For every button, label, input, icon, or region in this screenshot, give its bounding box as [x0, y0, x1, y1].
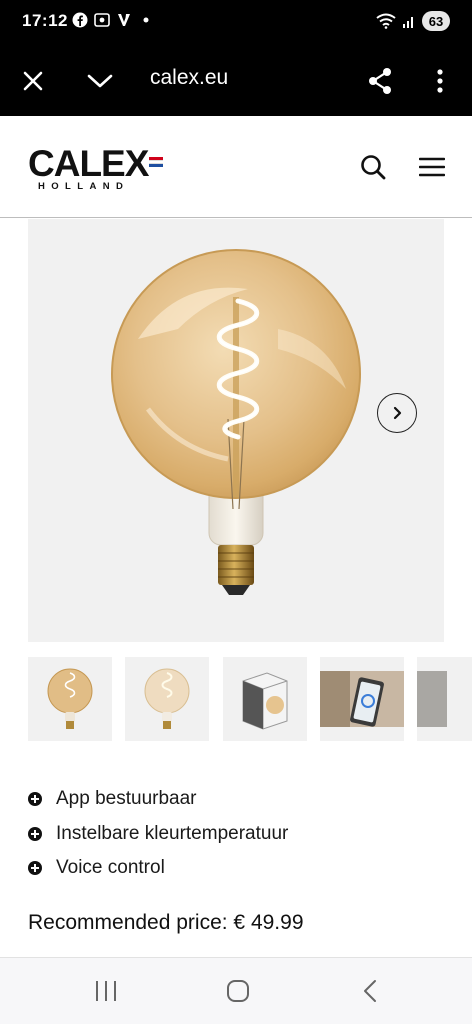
- wifi-icon: [376, 13, 396, 29]
- home-button[interactable]: [218, 976, 258, 1006]
- chevron-right-icon: [393, 406, 402, 420]
- calex-logo[interactable]: CALEX HOLLAND: [28, 143, 164, 192]
- status-time: 17:12: [22, 11, 68, 30]
- feature-item: Instelbare kleurtemperatuur: [28, 817, 448, 852]
- next-image-button[interactable]: [377, 393, 417, 433]
- logo-word: CALEX: [28, 143, 149, 184]
- facebook-icon: [72, 12, 88, 28]
- search-button[interactable]: [356, 150, 390, 184]
- chevron-down-icon: [87, 74, 113, 88]
- menu-button[interactable]: [415, 150, 449, 184]
- feature-item: App bestuurbaar: [28, 782, 448, 817]
- browser-toolbar: calex.eu: [0, 46, 472, 116]
- thumb-app[interactable]: [320, 657, 404, 741]
- feature-label: Voice control: [56, 857, 165, 879]
- battery-indicator: 63: [422, 11, 450, 31]
- thumbnail-strip: [28, 657, 472, 741]
- plus-circle-icon: [28, 826, 42, 841]
- logo-flag: [149, 157, 164, 168]
- site-header: CALEX HOLLAND: [0, 116, 472, 218]
- thumb-box[interactable]: [223, 657, 307, 741]
- status-bar: 17:12 63: [0, 0, 472, 46]
- recents-button[interactable]: [86, 976, 126, 1006]
- search-icon: [361, 155, 386, 180]
- plus-circle-icon: [28, 861, 42, 876]
- feature-label: App bestuurbaar: [56, 788, 197, 810]
- tab-menu-button[interactable]: [78, 59, 122, 103]
- status-left-icons: [72, 12, 154, 28]
- recents-icon: [96, 981, 116, 1001]
- system-nav-bar: [0, 957, 472, 1024]
- v-app-icon: [118, 14, 130, 26]
- url-text[interactable]: calex.eu: [150, 66, 228, 90]
- close-icon: [23, 71, 43, 91]
- screen-record-icon: [94, 13, 110, 27]
- menu-icon: [419, 157, 445, 177]
- thumb-bulb-lit[interactable]: [125, 657, 209, 741]
- feature-label: Instelbare kleurtemperatuur: [56, 822, 289, 844]
- feature-list: App bestuurbaar Instelbare kleurtemperat…: [28, 782, 448, 886]
- back-icon: [364, 980, 376, 1002]
- thumb-bulb-gold[interactable]: [28, 657, 112, 741]
- more-options-button[interactable]: [418, 59, 462, 103]
- status-right-icons: 63: [376, 11, 450, 31]
- home-icon: [227, 980, 249, 1002]
- product-image[interactable]: [28, 219, 444, 642]
- dot-icon: [143, 17, 149, 23]
- screen: 17:12 63 calex.eu CALEX HOLLAND App best…: [0, 0, 472, 1024]
- bulb-image: [111, 249, 361, 595]
- plus-circle-icon: [28, 792, 42, 807]
- feature-item: Voice control: [28, 851, 448, 886]
- signal-icon: [403, 17, 413, 28]
- recommended-price: Recommended price: € 49.99: [28, 911, 304, 934]
- back-button[interactable]: [350, 976, 390, 1006]
- share-button[interactable]: [358, 59, 402, 103]
- close-tab-button[interactable]: [11, 59, 55, 103]
- thumb-partial[interactable]: [417, 657, 472, 741]
- more-vert-icon: [437, 69, 443, 93]
- share-icon: [369, 68, 391, 94]
